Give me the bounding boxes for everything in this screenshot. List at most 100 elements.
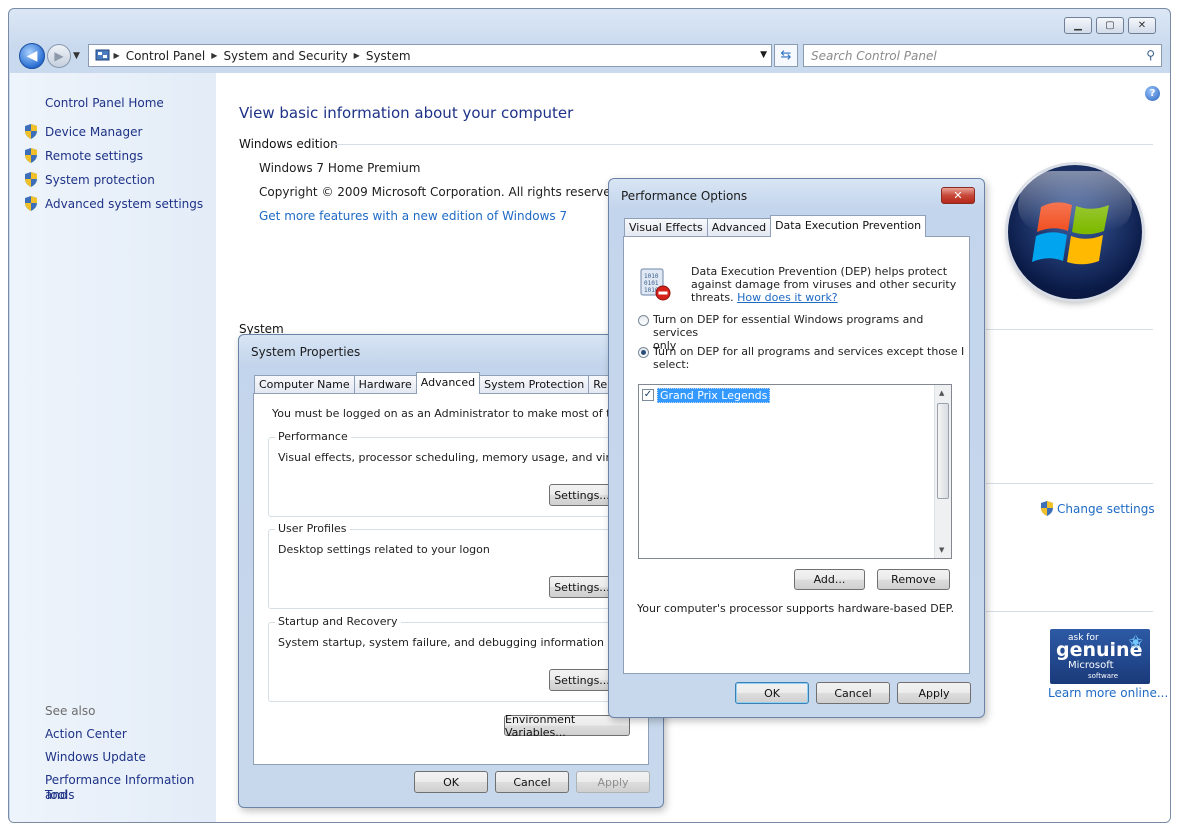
ok-button[interactable]: OK <box>735 682 809 704</box>
navigation-bar: ◀ ▶ ▼ ▶ Control Panel ▶ System and Secur… <box>9 41 1170 71</box>
change-settings-link[interactable]: Change settings <box>1040 501 1155 516</box>
list-item[interactable]: ✓ Grand Prix Legends <box>642 388 842 403</box>
windows-update-link[interactable]: Windows Update <box>45 750 146 765</box>
scrollbar-thumb[interactable] <box>937 403 949 499</box>
scroll-down-icon[interactable]: ▼ <box>939 546 944 554</box>
performance-information-link-line2[interactable]: Tools <box>45 788 75 803</box>
section-divider <box>986 483 1153 484</box>
tab-system-protection[interactable]: System Protection <box>479 375 590 394</box>
apply-button[interactable]: Apply <box>576 771 650 793</box>
dep-shield-icon: 1010 0101 1010 <box>640 268 671 301</box>
cancel-button[interactable]: Cancel <box>495 771 569 793</box>
environment-variables-button[interactable]: Environment Variables... <box>504 713 630 739</box>
recent-pages-dropdown[interactable]: ▼ <box>73 51 80 61</box>
system-properties-tabs: Computer Name Hardware Advanced System P… <box>254 372 641 394</box>
dep-support-note: Your computer's processor supports hardw… <box>637 602 955 615</box>
help-icon[interactable]: ? <box>1145 86 1160 101</box>
system-properties-dialog: System Properties Computer Name Hardware… <box>238 334 674 808</box>
sidebar-item-system-protection[interactable]: System protection <box>24 172 155 187</box>
radio-label-line: Turn on DEP for all programs and service… <box>653 345 965 358</box>
sidebar-item-remote-settings[interactable]: Remote settings <box>24 148 143 163</box>
search-placeholder: Search Control Panel <box>811 48 937 63</box>
dep-exceptions-list[interactable]: ✓ Grand Prix Legends ▲ ▼ <box>638 384 952 559</box>
breadcrumb-separator-icon[interactable]: ▶ <box>111 51 120 60</box>
tab-data-execution-prevention[interactable]: Data Execution Prevention <box>770 215 927 237</box>
scroll-up-icon[interactable]: ▲ <box>939 389 944 397</box>
group-description: System startup, system failure, and debu… <box>278 636 604 649</box>
exception-checkbox[interactable]: ✓ <box>642 389 654 401</box>
uac-shield-icon <box>25 148 37 163</box>
genuine-software-text: software <box>1088 672 1119 680</box>
breadcrumb-separator-icon[interactable]: ▶ <box>354 51 360 60</box>
sidebar-item-label: System protection <box>45 172 155 187</box>
remove-button[interactable]: Remove <box>877 569 950 590</box>
breadcrumb-system-and-security[interactable]: System and Security <box>223 49 347 63</box>
sidebar-item-device-manager[interactable]: Device Manager <box>24 124 142 139</box>
ask-for-genuine-badge[interactable]: ask for genuine Microsoft software ✬ <box>1050 629 1150 684</box>
maximize-button[interactable]: ▢ <box>1096 17 1124 34</box>
tab-advanced[interactable]: Advanced <box>415 372 481 394</box>
svg-text:0101: 0101 <box>644 280 659 287</box>
performance-settings-button[interactable]: Settings... <box>549 484 615 506</box>
breadcrumb-control-panel[interactable]: Control Panel <box>126 49 206 63</box>
breadcrumb-system[interactable]: System <box>366 49 411 63</box>
edition-name: Windows 7 Home Premium <box>259 161 421 175</box>
windows-edition-heading: Windows edition <box>239 137 338 151</box>
refresh-button[interactable]: ⇆ <box>774 44 798 67</box>
back-button[interactable]: ◀ <box>19 43 45 69</box>
dep-all-programs-radio[interactable] <box>638 347 649 358</box>
ok-button[interactable]: OK <box>414 771 488 793</box>
change-settings-label: Change settings <box>1057 501 1155 516</box>
how-does-it-work-link[interactable]: How does it work? <box>737 291 838 304</box>
dep-description-text: threats. <box>691 291 734 304</box>
copyright-text: Copyright © 2009 Microsoft Corporation. … <box>259 185 623 199</box>
tab-advanced[interactable]: Advanced <box>706 218 772 237</box>
breadcrumb-separator-icon[interactable]: ▶ <box>211 51 217 60</box>
dep-all-programs-label[interactable]: Turn on DEP for all programs and service… <box>653 345 964 371</box>
page-title: View basic information about your comput… <box>239 104 574 122</box>
tab-visual-effects[interactable]: Visual Effects <box>624 218 708 237</box>
admin-note: You must be logged on as an Administrato… <box>272 407 642 420</box>
sidebar-item-label: Remote settings <box>45 148 143 163</box>
section-divider <box>986 611 1153 612</box>
forward-button[interactable]: ▶ <box>47 44 71 68</box>
dep-essential-radio[interactable] <box>638 315 649 326</box>
performance-group: Performance Visual effects, processor sc… <box>268 430 674 517</box>
close-button[interactable]: ✕ <box>1128 17 1156 34</box>
control-panel-home-link[interactable]: Control Panel Home <box>45 96 164 110</box>
control-panel-icon <box>95 49 110 60</box>
user-profiles-group: User Profiles Desktop settings related t… <box>268 522 648 609</box>
apply-button[interactable]: Apply <box>897 682 971 704</box>
advanced-tab-page: You must be logged on as an Administrato… <box>253 393 674 765</box>
uac-shield-icon <box>1041 501 1053 516</box>
tab-computer-name[interactable]: Computer Name <box>254 375 355 394</box>
address-bar[interactable]: ▶ Control Panel ▶ System and Security ▶ … <box>88 44 772 67</box>
startup-recovery-settings-button[interactable]: Settings... <box>549 669 615 691</box>
minimize-button[interactable]: ▁ <box>1064 17 1092 34</box>
genuine-microsoft-text: Microsoft <box>1068 660 1114 671</box>
group-description: Desktop settings related to your logon <box>278 543 490 556</box>
close-icon: ✕ <box>953 189 963 202</box>
logo-glass-highlight <box>1018 171 1132 231</box>
dialog-title: System Properties <box>251 345 361 359</box>
more-features-link[interactable]: Get more features with a new edition of … <box>259 209 567 223</box>
uac-shield-icon <box>25 124 37 139</box>
address-dropdown-icon[interactable]: ▼ <box>760 50 767 60</box>
learn-more-link[interactable]: Learn more online... <box>1048 686 1168 700</box>
group-title: Startup and Recovery <box>275 615 401 628</box>
close-button[interactable]: ✕ <box>941 187 975 204</box>
sidebar-item-advanced-system-settings[interactable]: Advanced system settings <box>24 196 203 211</box>
add-button[interactable]: Add... <box>794 569 865 590</box>
action-center-link[interactable]: Action Center <box>45 727 127 742</box>
dep-description: Data Execution Prevention (DEP) helps pr… <box>691 265 956 304</box>
see-also-heading: See also <box>45 704 96 718</box>
section-divider <box>333 144 1153 145</box>
search-icon[interactable]: ⚲ <box>1146 48 1155 62</box>
search-input[interactable]: Search Control Panel ⚲ <box>803 44 1162 67</box>
tab-hardware[interactable]: Hardware <box>353 375 417 394</box>
exceptions-scrollbar[interactable]: ▲ ▼ <box>934 385 951 558</box>
cancel-button[interactable]: Cancel <box>816 682 890 704</box>
windows-logo <box>1008 165 1142 299</box>
user-profiles-settings-button[interactable]: Settings... <box>549 576 615 598</box>
dialog-title: Performance Options <box>621 189 748 203</box>
